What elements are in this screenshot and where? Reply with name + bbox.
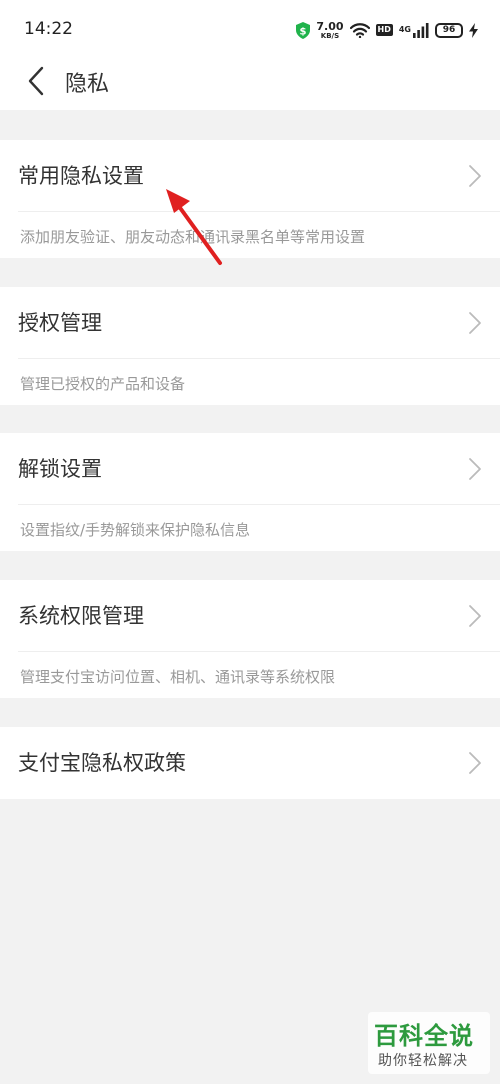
back-button[interactable] [18,63,54,99]
section-common-privacy: 常用隐私设置 添加朋友验证、朋友动态和通讯录黑名单等常用设置 [0,140,500,258]
privacy-policy-title: 支付宝隐私权政策 [18,751,186,775]
unlock-title: 解锁设置 [18,457,102,481]
section-privacy-policy[interactable]: 支付宝隐私权政策 [0,727,500,799]
authorization-desc: 管理已授权的产品和设备 [20,375,186,393]
status-bar: 14:22 $ 7.00 KB/S HD 4G 96 [0,0,500,60]
common-privacy-row[interactable]: 常用隐私设置 [18,140,500,212]
unlock-row[interactable]: 解锁设置 [18,433,500,505]
unlock-desc: 设置指纹/手势解锁来保护隐私信息 [20,521,251,539]
system-permissions-desc: 管理支付宝访问位置、相机、通讯录等系统权限 [20,668,336,686]
authorization-row[interactable]: 授权管理 [18,287,500,359]
net-speed: 7.00 KB/S [316,21,343,40]
system-permissions-title: 系统权限管理 [18,604,144,628]
hd-icon: HD [375,24,393,36]
nav-bar: 隐私 [0,60,500,110]
chevron-right-icon [469,312,481,334]
shield-dollar-icon: $ [296,21,311,39]
wifi-icon [349,22,370,38]
signal-icon [413,22,429,38]
section-authorization: 授权管理 管理已授权的产品和设备 [0,287,500,405]
chevron-right-icon [469,605,481,627]
system-permissions-row[interactable]: 系统权限管理 [18,580,500,652]
red-arrow-icon [166,189,222,265]
page-title: 隐私 [65,72,110,97]
signal-type-label: 4G [398,25,411,34]
chevron-right-icon [469,458,481,480]
net-speed-value: 7.00 [316,19,344,33]
watermark-sub-text: 助你轻松解决 [378,1053,468,1069]
chevron-right-icon [469,752,481,774]
status-icons: $ 7.00 KB/S HD 4G 96 [296,18,478,42]
net-speed-unit: KB/S [320,31,340,40]
svg-text:$: $ [300,26,307,37]
charging-icon [469,22,478,38]
authorization-title: 授权管理 [18,311,102,335]
section-system-permissions: 系统权限管理 管理支付宝访问位置、相机、通讯录等系统权限 [0,580,500,698]
chevron-right-icon [469,165,481,187]
watermark-logo: 百科全说 助你轻松解决 [368,1012,490,1074]
section-unlock: 解锁设置 设置指纹/手势解锁来保护隐私信息 [0,433,500,551]
status-time: 14:22 [24,19,73,39]
battery-icon: 96 [435,22,463,38]
common-privacy-title: 常用隐私设置 [18,164,144,188]
watermark-main-text: 百科全说 [374,1022,474,1050]
chevron-left-icon [28,66,44,96]
